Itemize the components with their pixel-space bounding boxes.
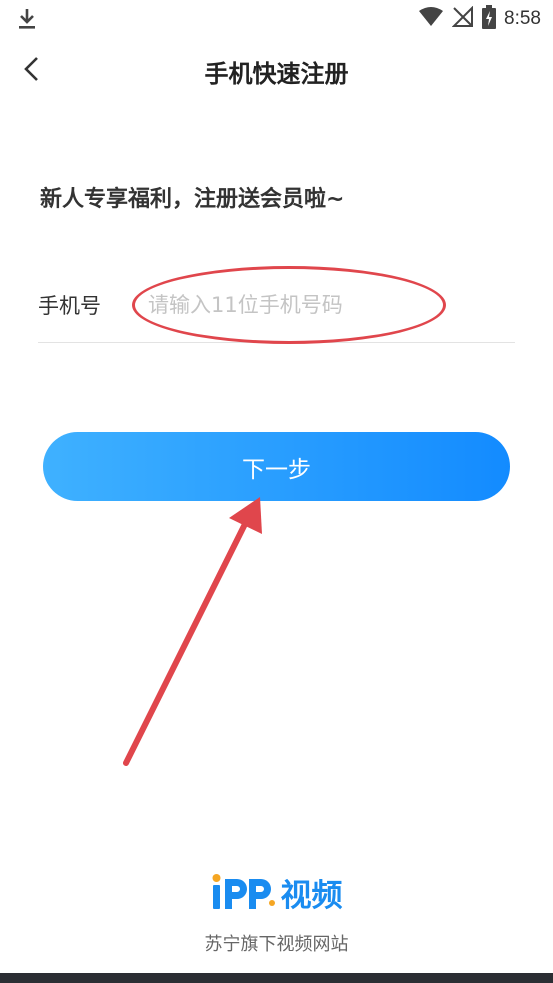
status-time: 8:58: [504, 8, 541, 29]
signal-off-icon: [451, 5, 474, 32]
brand-name: 视频: [280, 878, 343, 914]
wifi-icon: [418, 6, 444, 32]
status-bar: 8:58: [0, 0, 553, 38]
battery-charging-icon: [482, 5, 497, 33]
brand-tagline: 苏宁旗下视频网站: [204, 934, 349, 955]
phone-label: 手机号: [38, 294, 101, 318]
phone-input[interactable]: [146, 284, 440, 326]
phone-field-row: 手机号: [38, 278, 515, 343]
download-icon: [16, 7, 38, 35]
brand-logo: [211, 873, 277, 913]
promo-text: 新人专享福利，注册送会员啦~: [40, 187, 345, 212]
title-bar: 手机快速注册: [0, 44, 553, 96]
brand: 视频: [0, 870, 553, 915]
page-title: 手机快速注册: [204, 60, 349, 88]
bottom-bar: [0, 973, 553, 983]
next-button[interactable]: 下一步: [43, 432, 510, 501]
